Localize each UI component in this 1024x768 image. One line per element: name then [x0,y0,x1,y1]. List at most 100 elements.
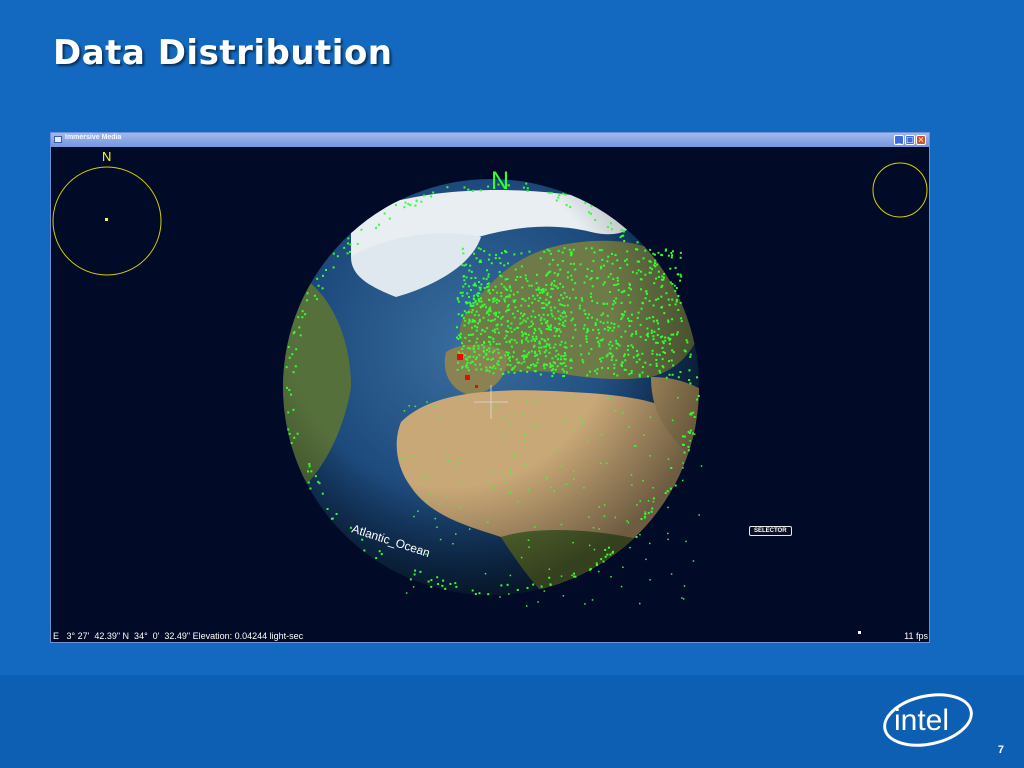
data-point [548,568,551,570]
data-point [293,436,296,439]
data-point [527,489,530,491]
data-point [660,295,663,298]
app-icon [54,136,62,143]
data-point [409,578,412,581]
data-point [478,286,481,289]
data-point [656,263,659,266]
data-point [570,278,573,281]
data-point [424,475,426,478]
data-point [527,351,530,354]
globe-viewport[interactable]: N Atlantic_Ocean N SELECTOR E 3° 27' 42.… [51,147,929,642]
data-point [662,351,665,354]
data-point [664,336,667,339]
data-point [677,397,679,399]
data-point [692,432,695,435]
data-point [559,343,562,346]
data-point [489,310,492,313]
data-point [420,200,423,203]
data-point [505,351,508,354]
data-point [623,259,626,262]
data-point [563,247,566,250]
data-point [688,369,691,372]
data-point [627,317,630,320]
data-point [559,314,562,317]
data-point [480,368,483,371]
maximize-button[interactable]: □ [905,135,915,145]
data-point [635,272,638,275]
data-point [554,355,557,358]
data-point [664,339,667,342]
data-point [596,336,599,339]
data-point [512,351,515,354]
data-point [477,344,480,347]
data-point [469,302,472,305]
data-point [310,470,313,473]
earth-globe[interactable]: Atlantic_Ocean [51,147,930,643]
data-point [477,347,480,350]
data-point [535,282,538,285]
data-point [642,479,644,482]
data-point [405,592,408,594]
data-point [487,275,490,278]
data-point [574,575,577,578]
data-point [623,289,626,292]
data-point [285,366,288,369]
data-point [560,340,563,343]
data-point [504,296,507,299]
data-point [574,324,577,327]
data-point [495,343,498,346]
data-point [607,546,610,549]
data-point [579,344,582,347]
data-point [487,273,490,276]
data-point [469,347,472,350]
data-point [457,361,460,364]
data-point [545,349,548,352]
data-point [504,354,507,357]
data-point [540,322,543,325]
data-point [521,355,524,358]
data-point [562,375,565,378]
data-point [561,368,564,371]
data-point [549,583,552,586]
data-point [570,345,573,348]
data-point [542,313,545,316]
data-point [652,487,654,489]
data-point [478,318,481,321]
data-point [613,326,616,329]
data-point [644,517,646,519]
data-point [534,316,537,319]
close-button[interactable]: × [916,135,926,145]
data-point [525,605,528,607]
data-point [661,346,664,349]
data-point [629,283,632,286]
data-point [483,342,486,345]
data-point [292,408,295,411]
data-point [609,291,612,294]
data-point [682,598,685,600]
data-point [542,364,545,367]
data-point [652,320,655,323]
data-point [653,282,656,285]
data-point [471,360,474,363]
data-point [488,313,491,316]
data-point [528,366,531,369]
minimize-button[interactable]: _ [894,135,904,145]
data-point [533,339,536,342]
window-titlebar[interactable]: Immersive Media _ □ × [51,133,929,147]
data-point [470,326,473,329]
data-point [620,318,623,321]
data-point [621,361,624,364]
data-point [585,275,588,278]
data-point [471,189,474,192]
selector-button[interactable]: SELECTOR [749,526,792,536]
immersive-media-window[interactable]: Immersive Media _ □ × N Atlantic_Ocean N… [50,132,930,643]
data-point [537,601,539,603]
data-point [335,512,338,515]
data-point [596,318,599,321]
data-point [638,260,641,263]
data-point [555,349,558,352]
data-point [561,324,564,327]
data-point [537,358,540,361]
data-point [509,491,512,494]
data-point [459,506,462,508]
